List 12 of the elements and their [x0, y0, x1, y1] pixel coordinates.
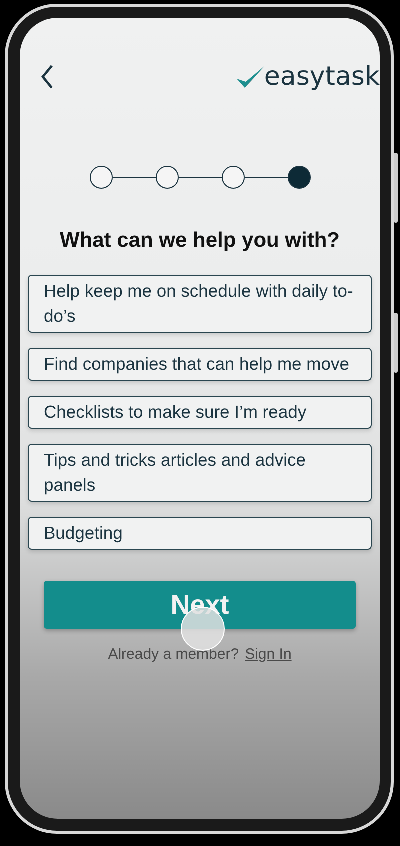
logo-text: easytask — [264, 64, 380, 90]
option-button[interactable]: Checklists to make sure I’m ready — [28, 396, 372, 429]
heading: What can we help you with? — [60, 229, 340, 253]
next-button[interactable]: Next — [44, 581, 356, 629]
back-icon[interactable] — [40, 64, 54, 90]
sign-in-link[interactable]: Sign In — [245, 646, 292, 663]
option-button[interactable]: Tips and tricks articles and advice panels — [28, 444, 372, 502]
option-button[interactable]: Budgeting — [28, 517, 372, 550]
option-button[interactable]: Help keep me on schedule with daily to- do’s — [28, 275, 372, 333]
checkmark-icon — [236, 64, 266, 90]
member-prompt: Already a member? — [108, 646, 240, 663]
option-button[interactable]: Find companies that can help me move — [28, 348, 372, 381]
